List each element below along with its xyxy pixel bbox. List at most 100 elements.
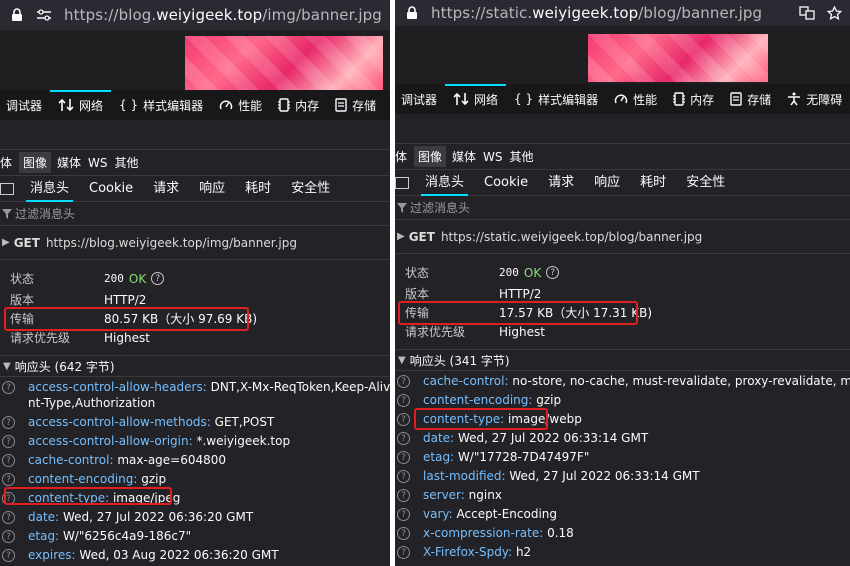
tab-response[interactable]: 响应 bbox=[189, 176, 235, 202]
tab-memory[interactable]: 内存 bbox=[270, 90, 327, 120]
header-row[interactable]: ? content-encoding: gzip bbox=[395, 391, 850, 410]
panel-toggle-icon[interactable] bbox=[0, 182, 14, 195]
filter-images[interactable]: 图像 bbox=[19, 152, 52, 173]
help-icon[interactable]: ? bbox=[546, 266, 560, 279]
tab-accessibility[interactable]: 无障碍 bbox=[779, 84, 850, 114]
lock-icon[interactable] bbox=[405, 6, 419, 20]
filter-other[interactable]: 其他 bbox=[510, 148, 541, 165]
translate-icon[interactable] bbox=[799, 6, 815, 20]
filter-headers-input[interactable]: 过滤消息头 bbox=[395, 196, 850, 220]
header-row[interactable]: ? access-control-allow-origin: *.weiyigee… bbox=[0, 432, 390, 451]
filter-media[interactable]: 媒体 bbox=[452, 148, 483, 165]
filter-other[interactable]: 其他 bbox=[115, 154, 146, 171]
help-icon[interactable]: ? bbox=[397, 375, 410, 388]
header-row[interactable]: ? x-compression-rate: 0.18 bbox=[395, 524, 850, 543]
tab-memory[interactable]: 内存 bbox=[665, 84, 722, 114]
filter-body[interactable]: 体 bbox=[0, 154, 19, 171]
help-icon[interactable]: ? bbox=[397, 546, 410, 559]
panel-toggle-icon[interactable] bbox=[395, 176, 409, 189]
help-icon[interactable]: ? bbox=[151, 272, 165, 285]
header-row[interactable]: ? etag: W/"17728-7D47497F" bbox=[395, 448, 850, 467]
details-tabs: 消息头 Cookie 请求 响应 耗时 安全性 bbox=[0, 176, 390, 202]
header-row[interactable]: ? expires: Wed, 03 Aug 2022 06:36:20 GMT bbox=[0, 546, 390, 565]
lock-icon[interactable] bbox=[10, 8, 24, 22]
tab-storage[interactable]: 存储 bbox=[722, 84, 779, 114]
header-row[interactable]: ? etag: W/"6256c4a9-186c7" bbox=[0, 527, 390, 546]
request-line[interactable]: ▶ GET https://blog.weiyigeek.top/img/ban… bbox=[0, 226, 390, 260]
collapse-arrow-icon[interactable]: ▼ bbox=[3, 361, 11, 372]
tab-request[interactable]: 请求 bbox=[143, 176, 189, 202]
help-icon[interactable]: ? bbox=[2, 530, 15, 543]
tab-timings[interactable]: 耗时 bbox=[630, 170, 676, 196]
help-icon[interactable]: ? bbox=[2, 473, 15, 486]
bookmark-star-icon[interactable] bbox=[827, 6, 842, 20]
tab-style-editor[interactable]: { } 样式编辑器 bbox=[506, 84, 606, 114]
header-row[interactable]: ? cache-control: no-store, no-cache, must… bbox=[395, 372, 850, 391]
help-icon[interactable]: ? bbox=[2, 492, 15, 505]
filter-images[interactable]: 图像 bbox=[414, 146, 447, 167]
tab-request[interactable]: 请求 bbox=[538, 170, 584, 196]
header-row[interactable]: ? content-type: image/jpeg bbox=[0, 489, 390, 508]
tab-network[interactable]: 网络 bbox=[50, 90, 112, 120]
help-icon[interactable]: ? bbox=[397, 508, 410, 521]
tab-cookie[interactable]: Cookie bbox=[79, 176, 143, 202]
help-icon[interactable]: ? bbox=[2, 454, 15, 467]
help-icon[interactable]: ? bbox=[397, 413, 410, 426]
tab-style-editor[interactable]: { } 样式编辑器 bbox=[111, 90, 211, 120]
header-row[interactable]: ? date: Wed, 27 Jul 2022 06:33:14 GMT bbox=[395, 429, 850, 448]
header-row[interactable]: ? content-type: image/webp bbox=[395, 410, 850, 429]
filter-ws[interactable]: WS bbox=[88, 156, 114, 170]
url-text[interactable]: https://blog.weiyigeek.top/img/banner.jp… bbox=[64, 6, 382, 24]
response-headers-section[interactable]: ▼ 响应头 (341 字节) bbox=[395, 349, 850, 371]
header-row[interactable]: ? vary: Accept-Encoding bbox=[395, 505, 850, 524]
header-row[interactable]: ? last-modified: Wed, 27 Jul 2022 06:33:1… bbox=[395, 467, 850, 486]
request-line[interactable]: ▶ GET https://static.weiyigeek.top/blog/… bbox=[395, 220, 850, 254]
tab-response[interactable]: 响应 bbox=[584, 170, 630, 196]
help-icon[interactable]: ? bbox=[2, 549, 15, 562]
help-icon[interactable]: ? bbox=[397, 394, 410, 407]
tab-timings[interactable]: 耗时 bbox=[235, 176, 281, 202]
help-icon[interactable]: ? bbox=[397, 470, 410, 483]
filter-media[interactable]: 媒体 bbox=[57, 154, 88, 171]
filter-ws[interactable]: WS bbox=[483, 150, 509, 164]
status-row: 状态 200 OK? bbox=[395, 263, 850, 282]
tab-headers[interactable]: 消息头 bbox=[20, 176, 79, 202]
tab-network[interactable]: 网络 bbox=[445, 84, 507, 114]
help-icon[interactable]: ? bbox=[397, 432, 410, 445]
help-icon[interactable]: ? bbox=[2, 435, 15, 448]
priority-value: Highest bbox=[499, 324, 545, 339]
tab-debugger[interactable]: 调试器 bbox=[395, 84, 445, 114]
filter-icon bbox=[2, 208, 12, 219]
tab-performance[interactable]: 性能 bbox=[211, 90, 270, 120]
transfer-label: 传输 bbox=[405, 306, 430, 320]
response-headers-section[interactable]: ▼ 响应头 (642 字节) bbox=[0, 355, 390, 377]
header-row[interactable]: ? access-control-allow-methods: GET,POST bbox=[0, 413, 390, 432]
tab-headers[interactable]: 消息头 bbox=[415, 170, 474, 196]
header-row[interactable]: ? server: nginx bbox=[395, 486, 850, 505]
tab-storage[interactable]: 存储 bbox=[327, 90, 384, 120]
header-row[interactable]: ? X-Firefox-Spdy: h2 bbox=[395, 543, 850, 562]
help-icon[interactable]: ? bbox=[2, 416, 15, 429]
help-icon[interactable]: ? bbox=[397, 451, 410, 464]
help-icon[interactable]: ? bbox=[397, 489, 410, 502]
tab-cookie[interactable]: Cookie bbox=[474, 170, 538, 196]
header-row[interactable]: ? date: Wed, 27 Jul 2022 06:36:20 GMT bbox=[0, 508, 390, 527]
url-bar[interactable]: https://blog.weiyigeek.top/img/banner.jp… bbox=[0, 0, 390, 30]
header-row[interactable]: ? cache-control: max-age=604800 bbox=[0, 451, 390, 470]
tab-debugger[interactable]: 调试器 bbox=[0, 90, 50, 120]
help-icon[interactable]: ? bbox=[397, 527, 410, 540]
expand-arrow-icon[interactable]: ▶ bbox=[397, 231, 405, 242]
tab-security[interactable]: 安全性 bbox=[281, 176, 340, 202]
url-bar[interactable]: https://static.weiyigeek.top/blog/banner… bbox=[395, 0, 850, 26]
help-icon[interactable]: ? bbox=[2, 381, 15, 394]
collapse-arrow-icon[interactable]: ▼ bbox=[398, 355, 406, 366]
expand-arrow-icon[interactable]: ▶ bbox=[2, 237, 10, 248]
header-row[interactable]: ? content-encoding: gzip bbox=[0, 470, 390, 489]
filter-headers-input[interactable]: 过滤消息头 bbox=[0, 202, 390, 226]
tab-security[interactable]: 安全性 bbox=[676, 170, 735, 196]
tab-performance[interactable]: 性能 bbox=[606, 84, 665, 114]
filter-body[interactable]: 体 bbox=[395, 148, 414, 165]
help-icon[interactable]: ? bbox=[2, 511, 15, 524]
permissions-icon[interactable] bbox=[36, 8, 52, 22]
url-text[interactable]: https://static.weiyigeek.top/blog/banner… bbox=[431, 4, 762, 22]
